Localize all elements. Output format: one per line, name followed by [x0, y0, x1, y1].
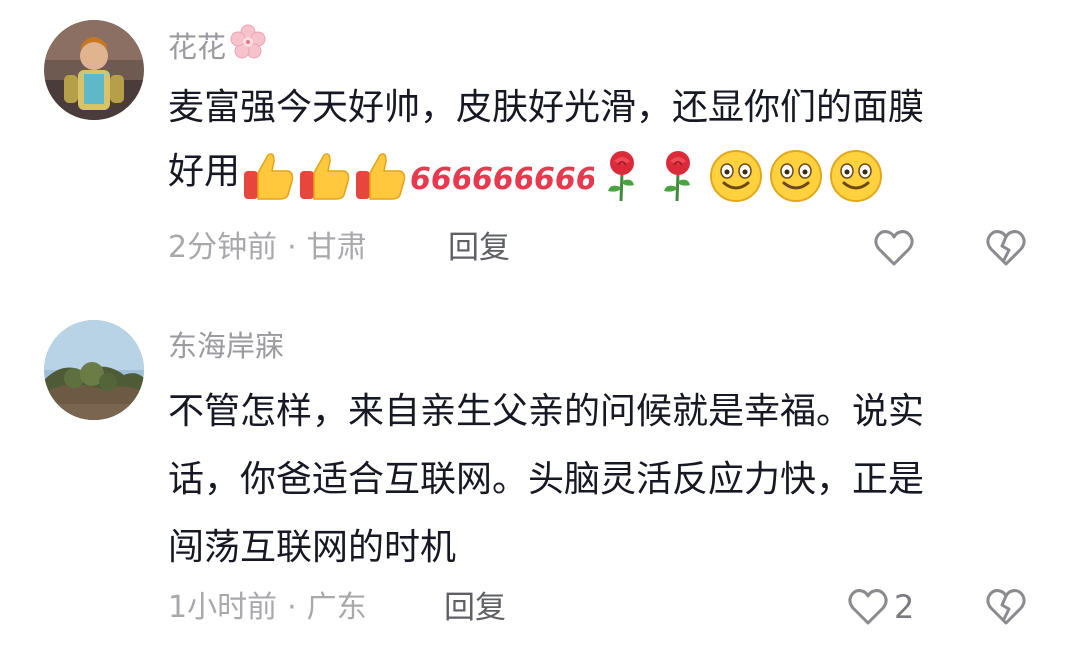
smile-icon	[830, 150, 883, 202]
reply-button[interactable]: 回复	[448, 228, 510, 268]
username[interactable]: 东海岸寐	[168, 326, 284, 366]
comment-meta: 1小时前 · 广东	[168, 588, 367, 628]
comment-item: 东海岸寐 不管怎样，来自亲生父亲的问候就是幸福。说实 话，你爸适合互联网。头脑灵…	[0, 300, 1079, 647]
svg-text:666: 666	[410, 162, 470, 197]
broken-heart-icon	[986, 230, 1026, 266]
666-icon: 666	[534, 162, 597, 197]
like-button[interactable]	[872, 226, 920, 270]
avatar[interactable]	[44, 20, 144, 120]
comment-text-line-with-emoji: 好用 666 666 666	[168, 140, 1048, 204]
dislike-button[interactable]	[984, 226, 1028, 274]
heart-icon	[874, 230, 914, 266]
comment-meta: 2分钟前 · 甘肃	[168, 228, 367, 268]
svg-text:666: 666	[472, 162, 532, 197]
meta-separator: ·	[287, 590, 297, 625]
like-count: 2	[894, 588, 915, 626]
comment-text-line: 不管怎样，来自亲生父亲的问候就是幸福。说实	[168, 391, 925, 432]
comment-text-line: 好用	[168, 151, 241, 192]
comment-time: 2分钟前	[168, 230, 278, 265]
emoji-row: 666 666 666	[240, 143, 886, 202]
comment-text-line: 麦富强今天好帅，皮肤好光滑，还显你们的面膜	[168, 87, 925, 128]
cherry-blossom-icon	[230, 24, 266, 70]
thumbs-up-icon	[300, 153, 350, 200]
heart-icon	[848, 589, 888, 625]
thumbs-up-icon	[356, 153, 406, 200]
comment-location: 广东	[306, 590, 367, 625]
username[interactable]: 花花	[168, 24, 266, 70]
666-icon: 666	[410, 162, 473, 197]
comment-text: 不管怎样，来自亲生父亲的问候就是幸福。说实 话，你爸适合互联网。头脑灵活反应力快…	[168, 378, 1048, 582]
comment-text-line: 闯荡互联网的时机	[168, 527, 457, 568]
666-icon: 666	[472, 162, 535, 197]
avatar[interactable]	[44, 320, 144, 420]
dislike-button[interactable]	[984, 585, 1028, 633]
comment-location: 甘肃	[306, 230, 367, 265]
reply-button[interactable]: 回复	[444, 588, 506, 628]
svg-text:666: 666	[534, 162, 594, 197]
broken-heart-icon	[986, 589, 1026, 625]
smile-icon	[770, 150, 823, 202]
username-text: 东海岸寐	[168, 329, 285, 363]
like-button[interactable]: 2	[846, 585, 914, 629]
comment-text: 麦富强今天好帅，皮肤好光滑，还显你们的面膜 好用 666 666 666	[168, 76, 1048, 204]
meta-separator: ·	[287, 230, 297, 265]
rose-icon	[608, 151, 635, 202]
comment-time: 1小时前	[168, 590, 278, 625]
username-text: 花花	[168, 30, 227, 64]
comment-item: 花花 麦富强今天好帅，皮肤好光滑，还显你们的面膜 好用 666 666 666 …	[0, 0, 1079, 300]
thumbs-up-icon	[244, 153, 294, 200]
smile-icon	[710, 150, 763, 202]
comment-text-line: 话，你爸适合互联网。头脑灵活反应力快，正是	[168, 459, 925, 500]
rose-icon	[664, 151, 691, 202]
